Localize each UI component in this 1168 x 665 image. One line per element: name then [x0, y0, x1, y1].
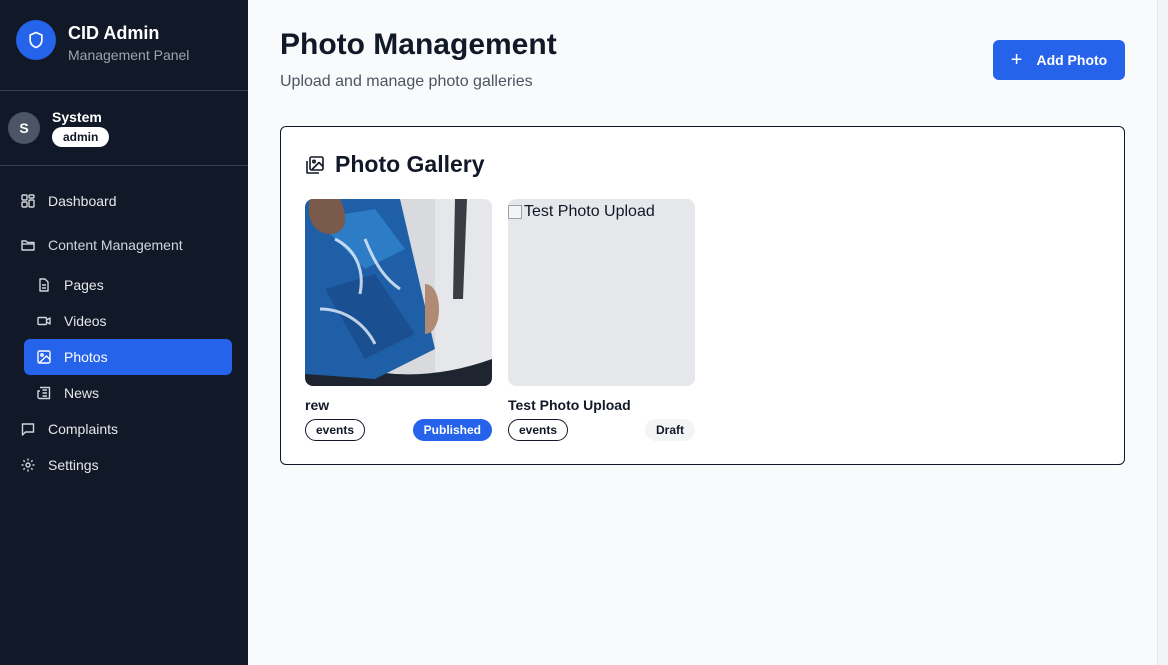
plus-icon: +	[1010, 49, 1023, 71]
photo-alt-text: Test Photo Upload	[524, 203, 655, 220]
photo-card[interactable]: Test Photo Upload Test Photo Upload even…	[508, 199, 695, 441]
brand: CID Admin Management Panel	[0, 0, 248, 91]
folder-icon	[20, 237, 36, 253]
dashboard-icon	[20, 193, 36, 209]
sidebar-item-label: Pages	[64, 277, 104, 293]
user-panel: S System admin	[0, 91, 248, 166]
sidebar-item-label: Dashboard	[48, 193, 117, 209]
page-title: Photo Management	[280, 28, 557, 61]
sidebar-item-label: Complaints	[48, 421, 119, 437]
sidebar-item-label: Content Management	[48, 237, 183, 253]
sidebar-item-pages[interactable]: Pages	[24, 267, 232, 303]
sidebar: CID Admin Management Panel S System admi…	[0, 0, 248, 665]
photo-thumbnail[interactable]	[305, 199, 492, 386]
images-icon	[305, 155, 325, 175]
sidebar-item-photos[interactable]: Photos	[24, 339, 232, 375]
add-photo-button[interactable]: + Add Photo	[993, 40, 1125, 80]
sidebar-item-settings[interactable]: Settings	[0, 447, 248, 483]
broken-image-icon	[508, 205, 522, 219]
photo-title: rew	[305, 397, 330, 413]
page-subtitle: Upload and manage photo galleries	[280, 73, 533, 90]
category-badge: events	[305, 419, 366, 441]
photo-thumbnail[interactable]: Test Photo Upload	[508, 199, 695, 386]
photo-gallery-card: Photo Gallery rew events Published Test …	[280, 126, 1125, 465]
shield-icon	[16, 20, 56, 60]
sidebar-nav: Dashboard Content Management Pages Video…	[0, 166, 248, 483]
category-badge: events	[508, 419, 569, 441]
file-icon	[36, 277, 52, 293]
status-badge: Draft	[644, 419, 695, 441]
sidebar-item-dashboard[interactable]: Dashboard	[0, 183, 248, 219]
sidebar-item-label: Photos	[64, 349, 108, 365]
sidebar-item-news[interactable]: News	[24, 375, 232, 411]
user-name: System	[52, 109, 102, 125]
avatar: S	[8, 112, 40, 144]
status-badge: Published	[412, 419, 492, 441]
card-title: Photo Gallery	[305, 151, 485, 178]
sidebar-group-content-management[interactable]: Content Management	[0, 227, 248, 263]
newspaper-icon	[36, 385, 52, 401]
image-icon	[36, 349, 52, 365]
sidebar-item-complaints[interactable]: Complaints	[0, 411, 248, 447]
photo-card[interactable]: rew events Published	[305, 199, 492, 441]
message-square-icon	[20, 421, 36, 437]
sidebar-item-label: Settings	[48, 457, 99, 473]
sidebar-item-label: News	[64, 385, 100, 401]
role-badge: admin	[52, 127, 110, 147]
gear-icon	[20, 457, 36, 473]
sidebar-item-videos[interactable]: Videos	[24, 303, 232, 339]
add-photo-label: Add Photo	[1036, 52, 1108, 68]
brand-subtitle: Management Panel	[68, 47, 190, 63]
gallery-title: Photo Gallery	[335, 151, 485, 177]
brand-title: CID Admin	[68, 23, 160, 43]
scrollbar[interactable]	[1157, 0, 1168, 665]
photo-title: Test Photo Upload	[508, 397, 631, 413]
sidebar-item-label: Videos	[64, 313, 107, 329]
video-icon	[36, 313, 52, 329]
